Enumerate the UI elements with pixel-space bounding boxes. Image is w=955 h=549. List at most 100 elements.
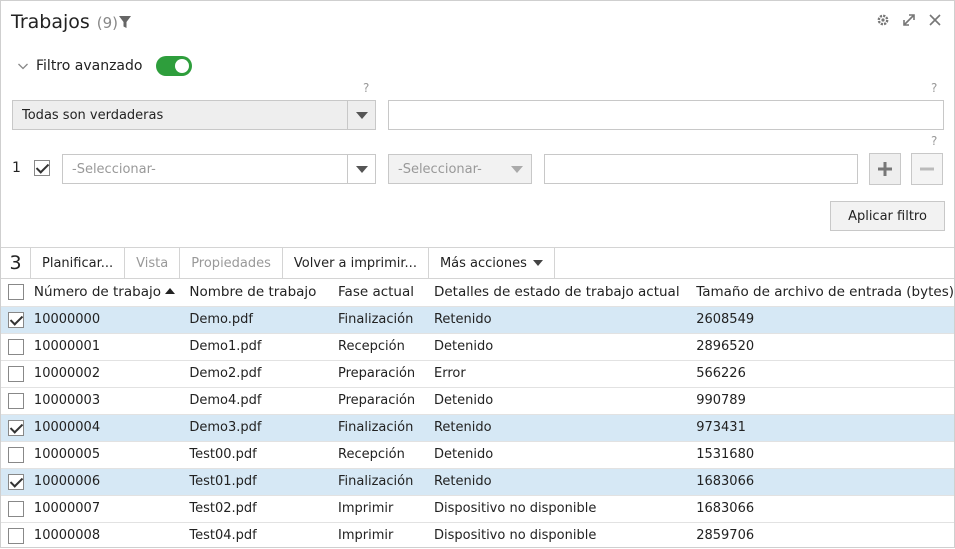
status-cell: Detenido — [433, 440, 697, 468]
row-checkbox[interactable] — [8, 446, 24, 463]
phase-cell: Imprimir — [338, 521, 434, 549]
status-cell: Dispositivo no disponible — [433, 521, 697, 549]
help-icon[interactable]: ? — [363, 81, 369, 95]
size-cell: 2608549 — [696, 305, 954, 333]
job-number-cell: 10000006 — [33, 467, 190, 495]
job-number-cell: 10000003 — [33, 386, 190, 414]
filter-expression-input[interactable] — [388, 100, 944, 130]
table-row[interactable]: 10000005 Test00.pdf Recepción Detenido 15316… — [1, 440, 954, 468]
filter-icon[interactable] — [118, 15, 132, 29]
phase-cell: Recepción — [338, 440, 434, 468]
row-checkbox[interactable] — [8, 527, 24, 544]
logic-select[interactable]: Todas son verdaderas — [12, 100, 376, 130]
operator-select[interactable]: -Seleccionar- — [388, 154, 532, 184]
jobs-panel: Trabajos (9) Filtro avanzado ? ? ? Todas… — [0, 0, 955, 549]
table-row[interactable]: 10000007 Test02.pdf Imprimir Dispositivo no… — [1, 494, 954, 522]
expand-icon[interactable] — [902, 13, 916, 27]
job-name-cell: Test04.pdf — [189, 521, 339, 549]
select-all-checkbox[interactable] — [8, 284, 24, 301]
job-name-cell: Demo2.pdf — [189, 359, 339, 387]
status-cell: Retenido — [433, 467, 697, 495]
properties-button[interactable]: Propiedades — [180, 248, 283, 278]
table-row[interactable]: 10000002 Demo2.pdf Preparación Error 566226 — [1, 359, 954, 387]
jobs-table: Número de trabajo Nombre de trabajo Fase… — [1, 279, 954, 549]
row-checkbox[interactable] — [8, 473, 24, 490]
condition-value-input[interactable] — [544, 154, 858, 184]
dropdown-arrow-icon — [503, 155, 531, 183]
size-cell: 1683066 — [696, 494, 954, 522]
add-condition-button[interactable] — [869, 153, 901, 185]
field-select[interactable]: -Seleccionar- — [62, 154, 376, 184]
job-name-cell: Test00.pdf — [189, 440, 339, 468]
status-cell: Error — [433, 359, 697, 387]
table-row[interactable]: 10000001 Demo1.pdf Recepción Detenido 289652… — [1, 332, 954, 360]
job-name-cell: Demo1.pdf — [189, 332, 339, 360]
status-cell: Retenido — [433, 413, 697, 441]
status-cell: Retenido — [433, 305, 697, 333]
column-header-job-name[interactable]: Nombre de trabajo — [189, 279, 338, 306]
phase-cell: Imprimir — [338, 494, 434, 522]
table-header-row: Número de trabajo Nombre de trabajo Fase… — [1, 279, 954, 306]
table-row[interactable]: 10000006 Test01.pdf Finalización Retenido 16… — [1, 467, 954, 495]
row-checkbox[interactable] — [8, 365, 24, 382]
row-checkbox[interactable] — [8, 311, 24, 328]
close-icon[interactable] — [928, 13, 942, 27]
help-icon[interactable]: ? — [931, 81, 937, 95]
operator-select-value: -Seleccionar- — [398, 161, 482, 177]
more-actions-button[interactable]: Más acciones — [429, 248, 555, 278]
panel-header: Trabajos (9) — [11, 11, 118, 37]
row-checkbox[interactable] — [8, 338, 24, 355]
view-button[interactable]: Vista — [125, 248, 181, 278]
condition-row-checkbox[interactable] — [34, 160, 50, 176]
advanced-filter-toggle[interactable] — [156, 56, 193, 76]
table-row[interactable]: 10000004 Demo3.pdf Finalización Retenido 973… — [1, 413, 954, 441]
size-cell: 990789 — [696, 386, 954, 414]
status-cell: Dispositivo no disponible — [433, 494, 697, 522]
column-header-size[interactable]: Tamaño de archivo de entrada (bytes) — [696, 279, 954, 306]
help-icon[interactable]: ? — [931, 134, 937, 148]
job-number-cell: 10000001 — [33, 332, 190, 360]
job-number-cell: 10000005 — [33, 440, 190, 468]
advanced-filter-row: Filtro avanzado — [17, 55, 193, 77]
row-select-cell — [1, 332, 34, 360]
dropdown-arrow-icon — [347, 101, 375, 129]
size-cell: 2896520 — [696, 332, 954, 360]
field-select-value: -Seleccionar- — [72, 161, 156, 177]
phase-cell: Finalización — [338, 467, 434, 495]
column-header-phase[interactable]: Fase actual — [338, 279, 434, 306]
apply-filter-button[interactable]: Aplicar filtro — [830, 201, 945, 231]
table-row[interactable]: 10000000 Demo.pdf Finalización Retenido 2608… — [1, 305, 954, 333]
reprint-button[interactable]: Volver a imprimir... — [283, 248, 429, 278]
row-select-cell — [1, 305, 34, 333]
row-select-cell — [1, 413, 34, 441]
phase-cell: Finalización — [338, 413, 434, 441]
caret-down-icon — [532, 260, 543, 266]
chevron-down-icon[interactable] — [17, 60, 29, 72]
schedule-button[interactable]: Planificar... — [31, 248, 126, 278]
minus-icon — [920, 167, 934, 171]
job-name-cell: Demo4.pdf — [189, 386, 339, 414]
row-checkbox[interactable] — [8, 392, 24, 409]
size-cell: 566226 — [696, 359, 954, 387]
table-row[interactable]: 10000003 Demo4.pdf Preparación Detenido 9907… — [1, 386, 954, 414]
job-number-cell: 10000000 — [33, 305, 190, 333]
size-cell: 973431 — [696, 413, 954, 441]
remove-condition-button[interactable] — [911, 153, 943, 185]
phase-cell: Finalización — [338, 305, 434, 333]
selected-count: 3 — [1, 248, 31, 278]
job-number-cell: 10000007 — [33, 494, 190, 522]
job-number-cell: 10000004 — [33, 413, 190, 441]
size-cell: 1683066 — [696, 467, 954, 495]
row-checkbox[interactable] — [8, 419, 24, 436]
row-checkbox[interactable] — [8, 500, 24, 517]
more-actions-label: Más acciones — [439, 255, 527, 271]
size-cell: 2859706 — [696, 521, 954, 549]
job-name-cell: Test02.pdf — [189, 494, 339, 522]
gear-icon[interactable] — [876, 13, 890, 27]
table-row[interactable]: 10000008 Test04.pdf Imprimir Dispositivo no… — [1, 521, 954, 549]
row-select-cell — [1, 467, 34, 495]
phase-cell: Preparación — [338, 386, 434, 414]
column-header-status[interactable]: Detalles de estado de trabajo actual — [434, 279, 696, 306]
column-header-job-number[interactable]: Número de trabajo — [34, 279, 189, 306]
size-cell: 1531680 — [696, 440, 954, 468]
